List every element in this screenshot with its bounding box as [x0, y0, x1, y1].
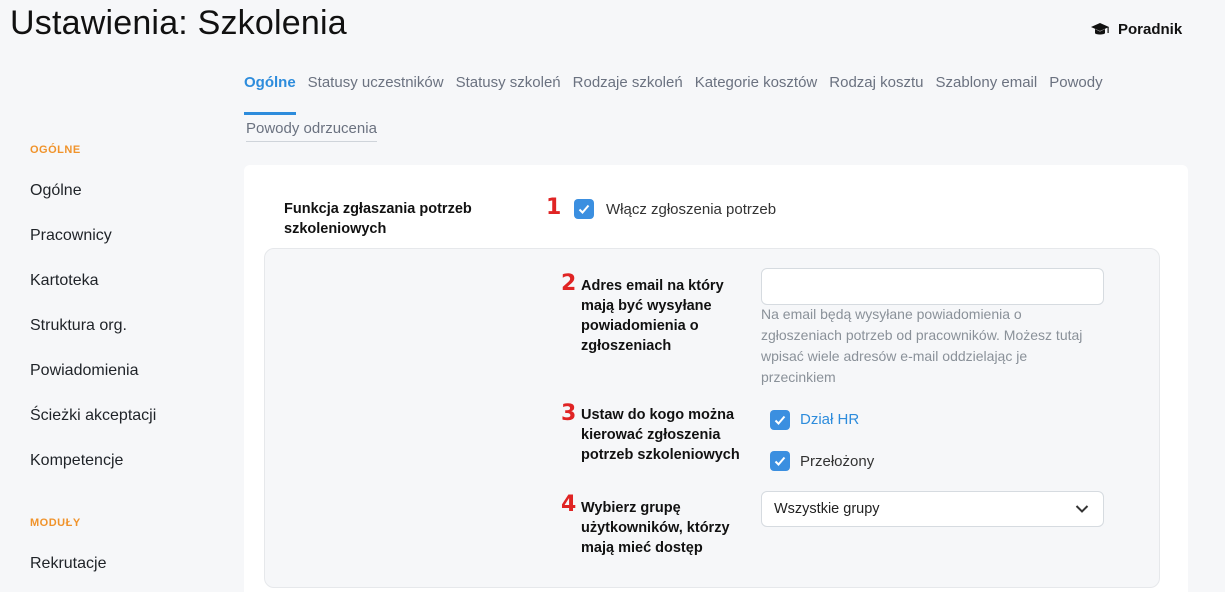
email-help-text: Na email będą wysyłane powiadomienia o z… — [761, 306, 1083, 385]
email-input[interactable] — [761, 268, 1104, 305]
sidebar-item-ogolne[interactable]: Ogólne — [0, 168, 230, 213]
tab-powody[interactable]: Powody — [1049, 66, 1102, 112]
settings-card: Funkcja zgłaszania potrzeb szkoleniowych… — [244, 165, 1188, 592]
guide-button[interactable]: Poradnik — [1090, 21, 1182, 38]
tab-statusy-szkolen[interactable]: Statusy szkoleń — [456, 66, 561, 112]
recipients-label: Ustaw do kogo można kierować zgłoszenia … — [581, 407, 740, 463]
marker-2: 2 — [561, 271, 577, 296]
sidebar-section-modules: MODUŁY — [30, 517, 81, 529]
settings-tabs: Ogólne Statusy uczestników Statusy szkol… — [244, 66, 1184, 158]
marker-3: 3 — [561, 401, 577, 426]
hr-label[interactable]: Dział HR — [800, 411, 859, 428]
group-select[interactable]: Wszystkie grupy — [761, 491, 1104, 527]
sidebar: OGÓLNE Ogólne Pracownicy Kartoteka Struk… — [0, 140, 230, 586]
group-label: Wybierz grupę użytkowników, którzy mają … — [581, 500, 730, 556]
group-select-value: Wszystkie grupy — [774, 501, 880, 517]
check-icon — [774, 456, 786, 466]
tab-rodzaj-kosztu[interactable]: Rodzaj kosztu — [829, 66, 923, 112]
supervisor-checkbox[interactable] — [770, 451, 790, 471]
sidebar-item-powiadomienia[interactable]: Powiadomienia — [0, 348, 230, 393]
sidebar-item-sciezki-akceptacji[interactable]: Ścieżki akceptacji — [0, 393, 230, 438]
sidebar-section-general: OGÓLNE — [30, 144, 81, 156]
tab-szablony-email[interactable]: Szablony email — [936, 66, 1038, 112]
page-title: Ustawienia: Szkolenia — [10, 4, 347, 42]
marker-1: 1 — [546, 195, 562, 220]
check-icon — [774, 415, 786, 425]
marker-4: 4 — [561, 492, 577, 517]
supervisor-label[interactable]: Przełożony — [800, 453, 874, 470]
hr-checkbox[interactable] — [770, 410, 790, 430]
guide-label: Poradnik — [1118, 21, 1183, 38]
tab-powody-odrzucenia[interactable]: Powody odrzucenia — [246, 112, 377, 142]
feature-label: Funkcja zgłaszania potrzeb szkoleniowych — [284, 201, 472, 237]
enable-needs-label[interactable]: Włącz zgłoszenia potrzeb — [606, 201, 776, 218]
sidebar-item-struktura[interactable]: Struktura org. — [0, 303, 230, 348]
chevron-down-icon — [1075, 505, 1089, 513]
tab-kategorie-kosztow[interactable]: Kategorie kosztów — [695, 66, 818, 112]
check-icon — [578, 204, 590, 214]
email-label: Adres email na który mają być wysyłane p… — [581, 278, 724, 354]
sidebar-item-pracownicy[interactable]: Pracownicy — [0, 213, 230, 258]
sidebar-item-kompetencje[interactable]: Kompetencje — [0, 438, 230, 483]
graduation-cap-icon — [1091, 22, 1109, 34]
sidebar-item-kartoteka[interactable]: Kartoteka — [0, 258, 230, 303]
tab-rodzaje-szkolen[interactable]: Rodzaje szkoleń — [573, 66, 683, 112]
tab-statusy-uczestnikow[interactable]: Statusy uczestników — [308, 66, 444, 112]
sidebar-item-rekrutacje[interactable]: Rekrutacje — [0, 541, 230, 586]
tab-ogolne[interactable]: Ogólne — [244, 66, 296, 115]
enable-needs-checkbox[interactable] — [574, 199, 594, 219]
